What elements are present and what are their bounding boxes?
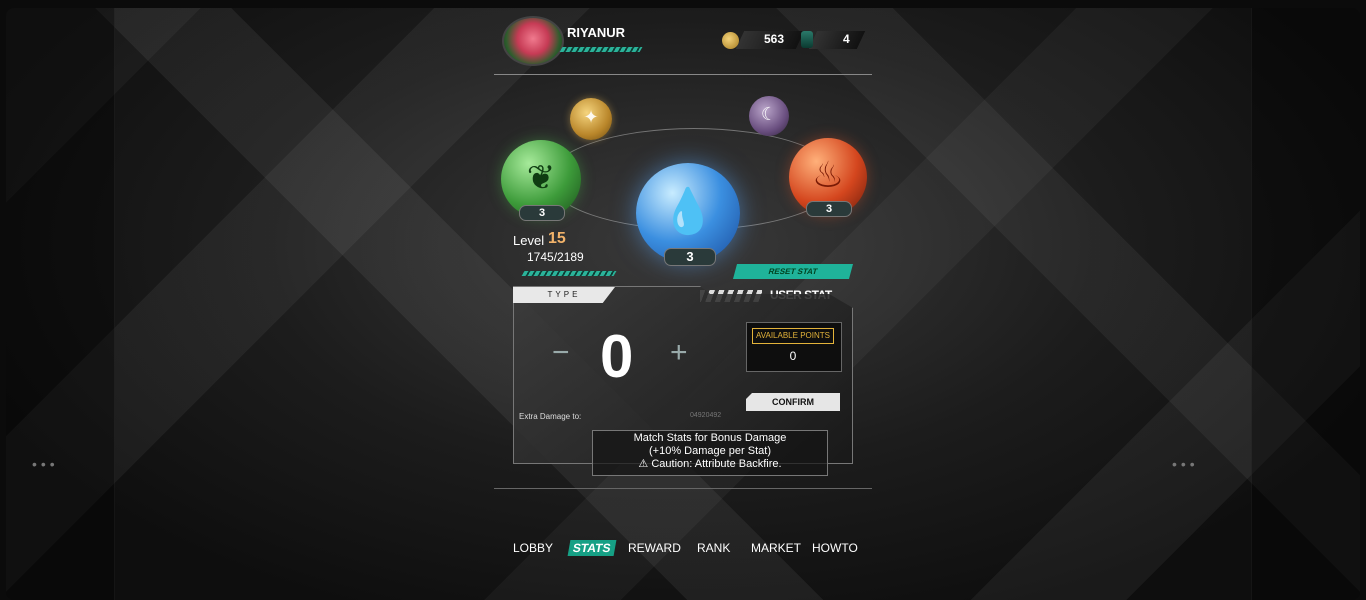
extra-damage-label: Extra Damage to: bbox=[519, 412, 582, 421]
stat-value: 0 bbox=[600, 323, 634, 390]
water-orb-count: 3 bbox=[664, 248, 716, 266]
confirm-button[interactable]: CONFIRM bbox=[746, 393, 840, 411]
water-drops-icon: 💧 bbox=[660, 187, 716, 236]
increase-button[interactable]: + bbox=[670, 336, 688, 370]
decrease-button[interactable]: − bbox=[552, 336, 570, 370]
gems-bar bbox=[808, 31, 866, 49]
right-side-panel bbox=[1251, 8, 1360, 600]
left-side-panel bbox=[6, 8, 115, 600]
user-xp-bar bbox=[559, 47, 643, 52]
moon-icon: ☾ bbox=[760, 104, 778, 124]
bottom-divider bbox=[494, 488, 872, 489]
nav-reward[interactable]: REWARD bbox=[628, 541, 681, 555]
nav-howto[interactable]: HOWTO bbox=[812, 541, 858, 555]
header-divider bbox=[494, 74, 872, 75]
leaf-orb-count: 3 bbox=[519, 205, 565, 221]
nav-lobby[interactable]: LOBBY bbox=[513, 541, 553, 555]
type-tab[interactable]: TYPE bbox=[513, 287, 615, 303]
level-value: 15 bbox=[548, 230, 566, 247]
username: RIYANUR bbox=[567, 25, 626, 40]
reset-stat-button[interactable]: RESET STAT bbox=[732, 264, 854, 279]
nav-market[interactable]: MARKET bbox=[751, 541, 801, 555]
left-dots-icon: ••• bbox=[32, 456, 59, 472]
light-orb[interactable]: ✦ bbox=[570, 98, 612, 140]
fire-icon: ♨ bbox=[811, 154, 845, 195]
level-xp: 1745/2189 bbox=[527, 250, 584, 264]
right-dots-icon: ••• bbox=[1172, 456, 1199, 472]
gems-value: 4 bbox=[843, 32, 850, 46]
gem-icon bbox=[801, 31, 813, 48]
coin-icon bbox=[722, 32, 739, 49]
coins-value: 563 bbox=[764, 32, 785, 46]
nav-rank[interactable]: RANK bbox=[697, 541, 730, 555]
level-xp-bar bbox=[521, 271, 617, 276]
nav-stats[interactable]: STATS bbox=[567, 540, 616, 556]
available-points-label: AVAILABLE POINTS bbox=[752, 328, 834, 344]
available-points-value: 0 bbox=[789, 349, 797, 363]
note-line-3: ⚠ Caution: Attribute Backfire. bbox=[638, 458, 782, 470]
sparkle-icon: ✦ bbox=[583, 107, 599, 127]
note-line-2: (+10% Damage per Stat) bbox=[649, 445, 771, 457]
avatar[interactable] bbox=[502, 16, 564, 66]
note-line-1: Match Stats for Bonus Damage bbox=[633, 432, 787, 444]
extra-damage-value: 04920492 bbox=[690, 412, 722, 419]
level-label: Level bbox=[513, 233, 545, 248]
fire-orb-count: 3 bbox=[806, 201, 852, 217]
dark-orb[interactable]: ☾ bbox=[749, 96, 789, 136]
bonus-damage-note: Match Stats for Bonus Damage (+10% Damag… bbox=[592, 430, 828, 476]
leaf-icon: ❦ bbox=[526, 159, 556, 197]
